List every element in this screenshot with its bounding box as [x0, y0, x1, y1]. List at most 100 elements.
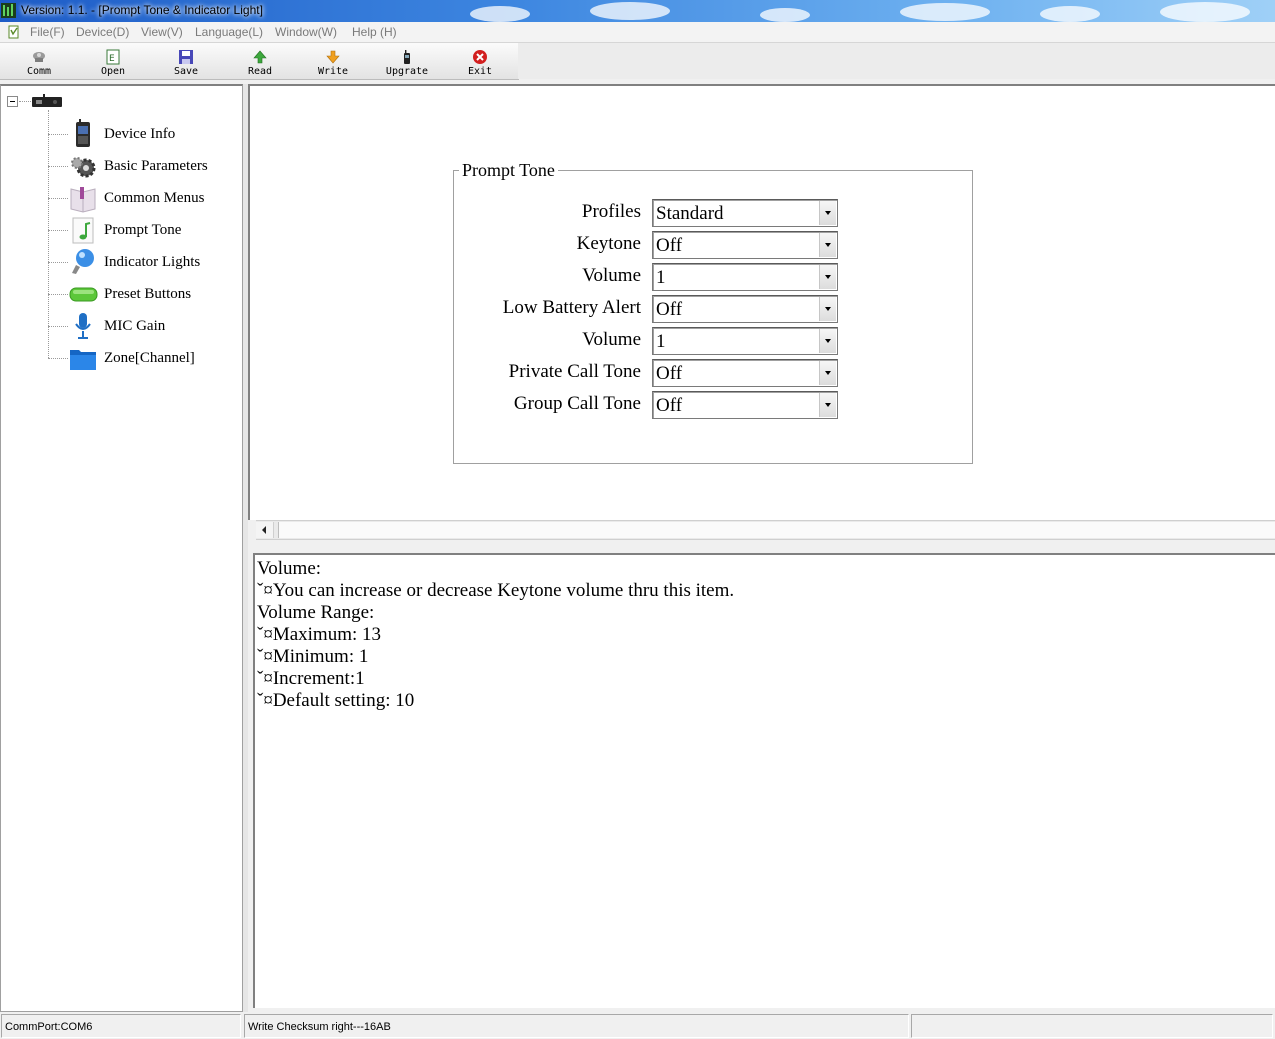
help-line: Volume: [257, 558, 322, 579]
tree-item-mic-gain[interactable]: MIC Gain [48, 310, 238, 342]
status-extra [911, 1014, 1273, 1038]
chevron-down-icon[interactable] [819, 329, 836, 353]
comm-icon [33, 52, 45, 62]
help-line: ˇ¤You can increase or decrease Keytone v… [257, 580, 735, 601]
toolbar-empty-area [518, 43, 1275, 79]
help-line: ˇ¤Minimum: 1 [257, 646, 369, 667]
title-bar-cloud [1160, 2, 1250, 22]
private-call-tone-row: Private Call Tone Off [454, 359, 974, 389]
horizontal-scrollbar[interactable] [256, 520, 1275, 540]
write-label: Write [317, 66, 349, 77]
tree-item-label: Indicator Lights [104, 254, 201, 270]
tree-item-preset-buttons[interactable]: Preset Buttons [48, 278, 238, 310]
menu-window[interactable]: Window(W) [275, 25, 337, 39]
panel-divider[interactable] [248, 540, 1275, 553]
tree-item-label: Device Info [104, 126, 176, 142]
exit-button[interactable]: Exit [452, 43, 508, 79]
alert-volume-label: Volume [582, 329, 641, 350]
device-radio-icon[interactable] [31, 94, 63, 108]
save-icon [179, 50, 193, 64]
tree-item-common-menus[interactable]: Common Menus [48, 182, 238, 214]
comm-label: Comm [26, 66, 52, 77]
private-call-tone-select[interactable]: Off [652, 359, 838, 387]
help-line: ˇ¤Increment:1 [257, 668, 365, 689]
menu-device[interactable]: Device(D) [76, 25, 129, 39]
music-note-icon [72, 217, 94, 244]
status-message: Write Checksum right---16AB [244, 1014, 909, 1038]
low-battery-alert-select[interactable]: Off [652, 295, 838, 323]
menu-view[interactable]: View(V) [141, 25, 183, 39]
read-label: Read [247, 66, 273, 77]
tree-item-label: Common Menus [104, 190, 205, 206]
tree-item-label: Preset Buttons [104, 286, 192, 302]
tree-connector [48, 230, 68, 231]
title-bar: Version: 1.1. - [Prompt Tone & Indicator… [0, 0, 1275, 22]
title-bar-cloud [1040, 6, 1100, 22]
profiles-select[interactable]: Standard [652, 199, 838, 227]
open-icon: E [106, 49, 120, 65]
tree-item-device-info[interactable]: Device Info [48, 118, 238, 150]
tree-connector [19, 101, 31, 102]
write-button[interactable]: Write [305, 43, 361, 79]
device-tree: Device Info Basic Parameters Common Menu… [0, 84, 243, 1012]
button-icon [69, 287, 98, 302]
prompt-tone-group-title: Prompt Tone [459, 160, 558, 181]
profiles-value: Standard [656, 203, 724, 224]
menu-file[interactable]: File(F) [30, 25, 65, 39]
book-icon [70, 187, 96, 213]
app-icon [1, 3, 16, 18]
tree-item-prompt-tone[interactable]: Prompt Tone [48, 214, 238, 246]
tree-item-basic-parameters[interactable]: Basic Parameters [48, 150, 238, 182]
tree-connector [48, 134, 68, 135]
help-line: ˇ¤Default setting: 10 [257, 690, 415, 711]
tree-connector [48, 166, 68, 167]
title-bar-cloud [470, 6, 530, 22]
toolbar: Comm E Open Save Read Write Upgrate Exit [0, 43, 519, 80]
settings-panel: Prompt Tone Profiles Standard Keytone Of… [248, 84, 1275, 520]
group-call-tone-value: Off [656, 395, 683, 416]
folder-icon [70, 350, 96, 370]
menu-bar: File(F) Device(D) View(V) Language(L) Wi… [0, 22, 1275, 43]
chevron-down-icon[interactable] [819, 233, 836, 257]
keytone-label: Keytone [576, 233, 641, 254]
read-button[interactable]: Read [232, 43, 288, 79]
upgrade-button[interactable]: Upgrate [379, 43, 435, 79]
exit-icon [473, 50, 487, 64]
title-bar-cloud [760, 8, 810, 22]
menu-language[interactable]: Language(L) [195, 25, 263, 39]
window-title: Version: 1.1. - [Prompt Tone & Indicator… [21, 3, 263, 17]
prompt-tone-group: Prompt Tone Profiles Standard Keytone Of… [453, 160, 974, 464]
scrollbar-thumb[interactable] [278, 522, 1275, 538]
chevron-down-icon[interactable] [819, 361, 836, 385]
keytone-volume-select[interactable]: 1 [652, 263, 838, 291]
chevron-down-icon[interactable] [819, 297, 836, 321]
status-comm-port: CommPort:COM6 [1, 1014, 241, 1038]
chevron-down-icon[interactable] [819, 393, 836, 417]
tree-collapse-toggle[interactable] [7, 96, 18, 107]
alert-volume-select[interactable]: 1 [652, 327, 838, 355]
tree-item-zone-channel[interactable]: Zone[Channel] [48, 342, 238, 374]
tree-item-indicator-lights[interactable]: Indicator Lights [48, 246, 238, 278]
keytone-volume-value: 1 [656, 267, 666, 288]
open-button[interactable]: E Open [85, 43, 141, 79]
chevron-down-icon[interactable] [819, 201, 836, 225]
low-battery-alert-value: Off [656, 299, 683, 320]
group-call-tone-select[interactable]: Off [652, 391, 838, 419]
menu-help[interactable]: Help (H) [352, 25, 397, 39]
keytone-value: Off [656, 235, 683, 256]
save-button[interactable]: Save [158, 43, 214, 79]
scroll-left-icon[interactable] [256, 522, 274, 538]
chevron-down-icon[interactable] [819, 265, 836, 289]
tree-item-label: MIC Gain [104, 318, 166, 334]
device-info-icon [76, 119, 90, 147]
document-icon [8, 25, 19, 39]
read-arrow-up-icon [253, 50, 267, 64]
keytone-select[interactable]: Off [652, 231, 838, 259]
group-call-tone-row: Group Call Tone Off [454, 391, 974, 421]
keytone-volume-label: Volume [582, 265, 641, 286]
alert-volume-value: 1 [656, 331, 666, 352]
tree-connector [48, 262, 68, 263]
help-text-panel: Volume: ˇ¤You can increase or decrease K… [253, 553, 1275, 1008]
open-label: Open [100, 66, 126, 77]
comm-button[interactable]: Comm [11, 43, 67, 79]
